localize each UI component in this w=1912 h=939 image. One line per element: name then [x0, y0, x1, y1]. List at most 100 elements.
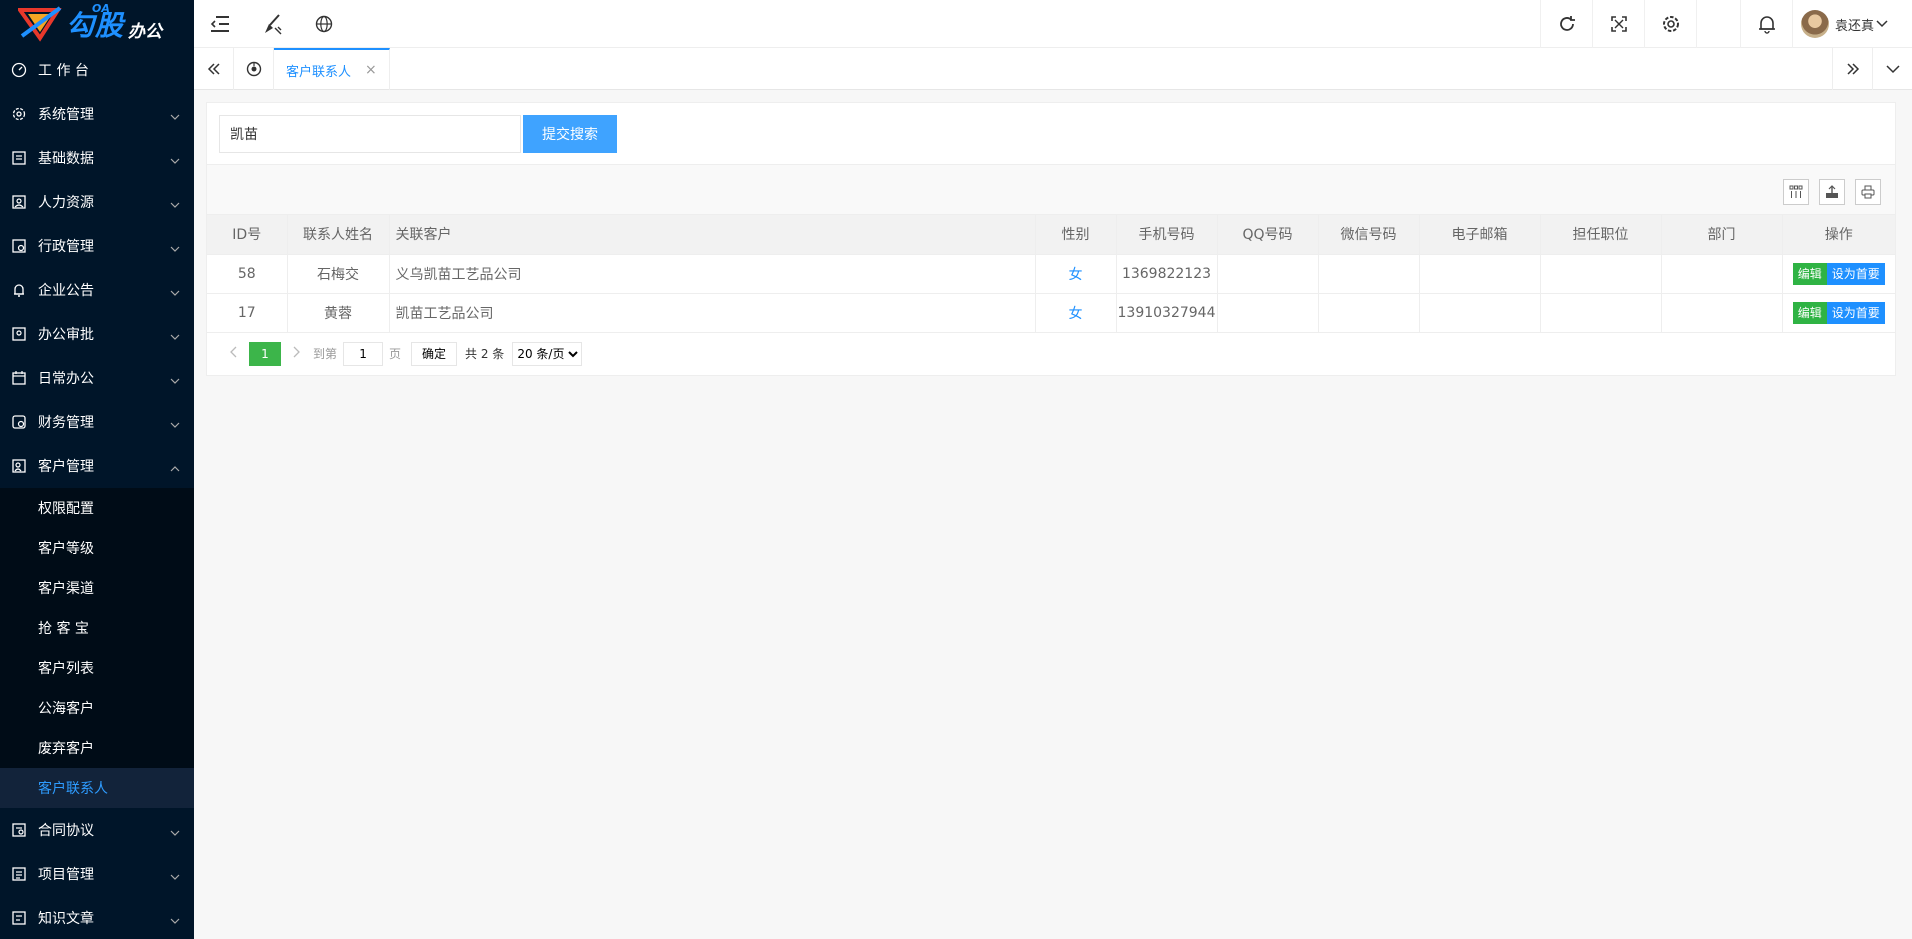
sidebar-item-admin[interactable]: 行政管理	[0, 224, 194, 268]
sidebar-subitem-list[interactable]: 客户列表	[0, 648, 194, 688]
export-icon[interactable]	[1819, 179, 1845, 205]
fullscreen-icon[interactable]	[1592, 0, 1644, 48]
set-primary-button[interactable]: 设为首要	[1826, 262, 1885, 285]
notification-bell-icon[interactable]	[1740, 0, 1792, 48]
next-page-icon[interactable]	[285, 346, 307, 361]
page-size-select[interactable]: 20 条/页	[512, 341, 583, 366]
cell-actions: 编辑 设为首要	[1782, 254, 1895, 294]
chevron-down-icon	[170, 284, 180, 300]
sidebar-item-dashboard[interactable]: 工 作 台	[0, 48, 194, 92]
columns-filter-icon[interactable]	[1783, 179, 1809, 205]
sidebar-subitem-permission[interactable]: 权限配置	[0, 488, 194, 528]
submit-search-button[interactable]: 提交搜索	[523, 114, 617, 153]
cell-name: 黄蓉	[287, 293, 390, 333]
cell-gender: 女	[1035, 293, 1117, 333]
sidebar-subitem-channel[interactable]: 客户渠道	[0, 568, 194, 608]
sidebar-item-label: 工 作 台	[38, 63, 89, 79]
menu-fold-icon[interactable]	[194, 0, 246, 48]
sidebar-item-approval[interactable]: 办公审批	[0, 312, 194, 356]
calendar-icon	[10, 369, 28, 387]
chevron-down-icon	[170, 416, 180, 432]
col-id[interactable]: ID号	[207, 215, 288, 255]
sidebar-item-daily[interactable]: 日常办公	[0, 356, 194, 400]
chevron-down-icon	[170, 868, 180, 884]
sidebar-item-contract[interactable]: 合同协议	[0, 808, 194, 852]
top-header: 袁还真	[194, 0, 1912, 48]
sidebar-subitem-level[interactable]: 客户等级	[0, 528, 194, 568]
col-contact-name[interactable]: 联系人姓名	[287, 215, 390, 255]
project-icon	[10, 865, 28, 883]
sidebar-item-customer[interactable]: 客户管理	[0, 444, 194, 488]
goto-confirm-button[interactable]: 确定	[411, 341, 458, 366]
col-customer[interactable]: 关联客户	[389, 215, 1036, 255]
page-label: 页	[389, 347, 402, 361]
main-content: 提交搜索 ID号 联系人姓名 关联客户 性别	[194, 90, 1912, 939]
table-row: 58 石梅交 义乌凯苗工艺品公司 女 1369822123 编辑 设为首要	[207, 254, 1895, 294]
globe-icon[interactable]	[298, 0, 350, 48]
sidebar-item-basic-data[interactable]: 基础数据	[0, 136, 194, 180]
col-phone[interactable]: 手机号码	[1116, 215, 1218, 255]
cell-customer: 义乌凯苗工艺品公司	[389, 254, 1036, 294]
sidebar: OA 勾股 办公 工 作 台 系统管理 基础数据 人力资源 行政管理 企业公告 …	[0, 0, 194, 939]
logo-mark-icon	[16, 6, 64, 42]
sidebar-menu-after: 合同协议 项目管理 知识文章	[0, 808, 194, 939]
sidebar-subitem-grab[interactable]: 抢 客 宝	[0, 608, 194, 648]
col-position[interactable]: 担任职位	[1540, 215, 1662, 255]
col-dept[interactable]: 部门	[1661, 215, 1783, 255]
tab-dropdown-icon[interactable]	[1872, 48, 1912, 90]
cell-email	[1419, 254, 1541, 294]
cell-customer: 凯苗工艺品公司	[389, 293, 1036, 333]
chevron-down-icon	[170, 372, 180, 388]
cell-id: 17	[207, 293, 288, 333]
refresh-icon[interactable]	[1540, 0, 1592, 48]
sidebar-item-system[interactable]: 系统管理	[0, 92, 194, 136]
table-header-row: ID号 联系人姓名 关联客户 性别 手机号码 QQ号码 微信号码 电子邮箱 担任…	[207, 215, 1895, 255]
prev-page-icon[interactable]	[223, 346, 245, 361]
goto-page-input[interactable]	[343, 341, 384, 366]
edit-button[interactable]: 编辑	[1792, 262, 1827, 285]
sidebar-item-article[interactable]: 知识文章	[0, 896, 194, 939]
tab-scroll-left-icon[interactable]	[194, 48, 234, 90]
sidebar-item-hr[interactable]: 人力资源	[0, 180, 194, 224]
edit-button[interactable]: 编辑	[1792, 301, 1827, 324]
col-gender[interactable]: 性别	[1035, 215, 1117, 255]
chevron-up-icon	[170, 460, 180, 476]
close-icon[interactable]: ×	[365, 62, 377, 78]
col-email[interactable]: 电子邮箱	[1419, 215, 1541, 255]
sidebar-item-label: 财务管理	[38, 415, 94, 431]
sidebar-item-finance[interactable]: 财务管理	[0, 400, 194, 444]
search-input[interactable]	[219, 114, 521, 153]
brush-icon[interactable]	[246, 0, 298, 48]
user-menu[interactable]: 袁还真	[1792, 0, 1912, 48]
sidebar-item-label: 企业公告	[38, 283, 94, 299]
sidebar-subitem-contacts[interactable]: 客户联系人	[0, 768, 194, 808]
cell-phone: 13910327944	[1116, 293, 1218, 333]
chevron-down-icon	[170, 240, 180, 256]
set-primary-button[interactable]: 设为首要	[1826, 301, 1885, 324]
chevron-down-icon	[170, 152, 180, 168]
logo[interactable]: OA 勾股 办公	[0, 0, 194, 48]
sidebar-item-project[interactable]: 项目管理	[0, 852, 194, 896]
database-icon	[10, 149, 28, 167]
sidebar-item-label: 知识文章	[38, 911, 94, 927]
chevron-down-icon	[170, 912, 180, 928]
contract-icon	[10, 821, 28, 839]
tab-customer-contacts[interactable]: 客户联系人 ×	[274, 48, 390, 90]
total-count: 共 2 条	[465, 347, 505, 361]
customer-submenu: 权限配置 客户等级 客户渠道 抢 客 宝 客户列表 公海客户 废弃客户 客户联系…	[0, 488, 194, 808]
print-icon[interactable]	[1855, 179, 1881, 205]
chevron-down-icon	[170, 108, 180, 124]
sidebar-subitem-sea[interactable]: 公海客户	[0, 688, 194, 728]
cell-position	[1540, 254, 1662, 294]
settings-icon[interactable]	[1644, 0, 1696, 48]
sidebar-subitem-abandoned[interactable]: 废弃客户	[0, 728, 194, 768]
sidebar-item-announcement[interactable]: 企业公告	[0, 268, 194, 312]
tab-scroll-right-icon[interactable]	[1832, 48, 1872, 90]
current-page-button[interactable]: 1	[249, 341, 281, 366]
dashboard-icon	[10, 61, 28, 79]
tab-home-icon[interactable]	[234, 48, 274, 90]
col-qq[interactable]: QQ号码	[1217, 215, 1319, 255]
chevron-down-icon	[170, 196, 180, 212]
sidebar-item-label: 人力资源	[38, 195, 94, 211]
col-wechat[interactable]: 微信号码	[1318, 215, 1420, 255]
